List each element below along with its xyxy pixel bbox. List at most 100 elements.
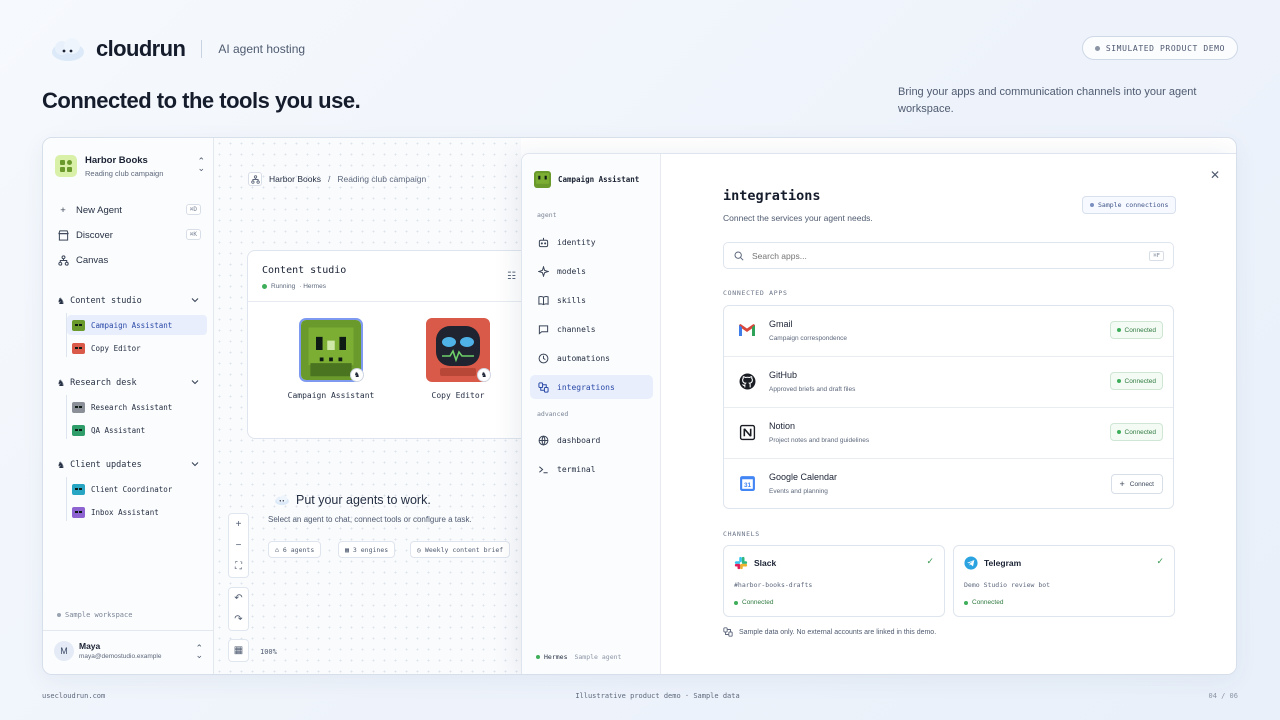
- canvas[interactable]: Harbor Books / Reading club campaign Con…: [214, 138, 537, 674]
- settings-nav-label: integrations: [557, 382, 615, 392]
- undo-button[interactable]: ↶: [229, 588, 248, 609]
- group-content-studio[interactable]: ♞ Content studio: [57, 293, 201, 309]
- status-badge[interactable]: Connected: [1109, 321, 1163, 339]
- search-input[interactable]: [752, 250, 1132, 261]
- terminal-icon: [537, 463, 549, 475]
- group-label: Content studio: [70, 296, 142, 306]
- nav-new-agent[interactable]: + New Agent ⌘D: [57, 200, 201, 220]
- robot-icon: [72, 506, 85, 518]
- chip-weekly-brief[interactable]: ◷ Weekly content brief: [410, 541, 511, 558]
- sidebar-agent-research-assistant[interactable]: Research Assistant: [67, 397, 207, 417]
- connected-apps-list: Gmail Campaign correspondence Connected …: [723, 305, 1174, 509]
- notion-icon: [737, 422, 757, 442]
- agent-name: Campaign Assistant: [287, 391, 375, 400]
- nav-label: New Agent: [76, 204, 122, 216]
- shortcut-hint: ⌘K: [185, 229, 201, 240]
- user-account[interactable]: M Maya maya@demostudio.example ⌃ ⌄: [43, 630, 214, 674]
- settings-nav-channels[interactable]: channels: [530, 317, 653, 341]
- nav-discover[interactable]: Discover ⌘K: [57, 225, 201, 245]
- sidebar-agent-client-coordinator[interactable]: Client Coordinator: [67, 479, 207, 499]
- app-window: Harbor Books Reading club campaign ⌃ ⌄ + …: [42, 137, 1237, 675]
- settings-nav-identity[interactable]: identity: [530, 230, 653, 254]
- agent-label: Research Assistant: [91, 402, 173, 412]
- minimap-toggle[interactable]: ▦: [228, 639, 249, 662]
- settings-nav-label: channels: [557, 324, 596, 334]
- empty-state-subtitle: Select an agent to chat, connect tools o…: [268, 515, 472, 524]
- app-search[interactable]: ⌘F: [723, 242, 1174, 269]
- chevron-down-icon: [191, 296, 199, 306]
- content-studio-card[interactable]: Content studio Running · Hermes ☷ ♞ Camp…: [247, 250, 537, 439]
- hierarchy-icon: [248, 172, 262, 186]
- hermes-icon: ♞: [57, 459, 66, 470]
- check-icon: ✓: [926, 556, 934, 566]
- chip-agents[interactable]: ⌂ 6 agents: [268, 541, 322, 558]
- sidebar-agent-copy-editor[interactable]: Copy Editor: [67, 338, 207, 358]
- status-badge[interactable]: Connected: [1109, 372, 1163, 390]
- channels-label: CHANNELS: [723, 530, 760, 538]
- settings-nav-skills[interactable]: skills: [530, 288, 653, 312]
- zoom-controls: + − ⛶: [228, 513, 249, 578]
- user-name: Maya: [79, 641, 101, 651]
- sidebar-agent-inbox-assistant[interactable]: Inbox Assistant: [67, 502, 207, 522]
- status-badge[interactable]: Connected: [1109, 423, 1163, 441]
- app-name: Gmail: [769, 319, 793, 329]
- demo-dot-icon: [1094, 45, 1100, 51]
- redo-button[interactable]: ↷: [229, 609, 248, 630]
- connected-apps-label: CONNECTED APPS: [723, 289, 788, 297]
- app-row-github: GitHub Approved briefs and draft files C…: [724, 357, 1173, 408]
- integrations-content: ✕ integrations Connect the services your…: [661, 154, 1236, 674]
- robot-icon: [72, 424, 85, 436]
- clock-icon: ◷: [417, 545, 421, 554]
- status-dot-icon: [1116, 379, 1121, 383]
- nav-canvas[interactable]: Canvas: [57, 250, 201, 270]
- settings-nav-integrations[interactable]: integrations: [530, 375, 653, 399]
- empty-state-title: Put your agents to work.: [274, 493, 431, 507]
- app-name: GitHub: [769, 370, 798, 380]
- sidebar-agent-campaign-assistant[interactable]: Campaign Assistant: [67, 315, 207, 335]
- app-desc: Campaign correspondence: [769, 335, 848, 342]
- chip-engines[interactable]: ▦ 3 engines: [338, 541, 396, 558]
- close-icon[interactable]: ✕: [1210, 168, 1220, 182]
- history-controls: ↶ ↷: [228, 587, 249, 631]
- empty-title-text: Put your agents to work.: [296, 493, 431, 507]
- grid-icon: ▦: [233, 645, 244, 656]
- settings-nav-automations[interactable]: automations: [530, 346, 653, 370]
- status-label: Running: [271, 283, 296, 290]
- sliders-icon[interactable]: ☷: [507, 271, 516, 282]
- avatar: M: [54, 641, 74, 661]
- nav-label: Canvas: [76, 254, 109, 266]
- channel-card-slack[interactable]: Slack ✓ #harbor-books-drafts Connected: [723, 545, 945, 617]
- workspace-switcher[interactable]: Harbor Books Reading club campaign ⌃ ⌄: [55, 152, 205, 180]
- settings-nav-terminal[interactable]: terminal: [530, 457, 653, 481]
- status-label: Connected: [972, 599, 1004, 606]
- connect-button[interactable]: + Connect: [1110, 474, 1163, 494]
- github-icon: [737, 371, 757, 391]
- status-label: Connected: [1124, 377, 1156, 385]
- chevron-down-icon: [191, 460, 199, 470]
- group-research-desk[interactable]: ♞ Research desk: [57, 375, 201, 391]
- channel-name: Telegram: [984, 558, 1022, 568]
- settings-nav-models[interactable]: models: [530, 259, 653, 283]
- sidebar-agent-qa-assistant[interactable]: QA Assistant: [67, 420, 207, 440]
- breadcrumb: Harbor Books / Reading club campaign: [248, 172, 426, 186]
- group-client-updates[interactable]: ♞ Client updates: [57, 457, 201, 473]
- hermes-icon: ♞: [477, 368, 491, 382]
- integrations-title: integrations: [723, 188, 821, 204]
- settings-nav-dashboard[interactable]: dashboard: [530, 428, 653, 452]
- zoom-out-button[interactable]: −: [229, 535, 248, 556]
- fit-view-button[interactable]: ⛶: [229, 556, 248, 577]
- agent-label: Copy Editor: [91, 343, 141, 353]
- engine-note: Sample agent: [574, 653, 622, 661]
- chevron-updown-icon: ⌃ ⌄: [195, 643, 203, 660]
- note-text: Sample data only. No external accounts a…: [739, 628, 937, 636]
- settings-nav-label: identity: [557, 237, 596, 247]
- workspace-logo-icon: [55, 155, 77, 177]
- channel-card-telegram[interactable]: Telegram ✓ Demo Studio review bot Connec…: [953, 545, 1175, 617]
- sample-workspace-note: Sample workspace: [57, 611, 132, 619]
- clock-icon: [537, 352, 549, 364]
- hermes-icon: ♞: [57, 295, 66, 306]
- status-label: Connected: [742, 599, 774, 606]
- studio-status: Running · Hermes: [262, 283, 326, 290]
- zoom-in-button[interactable]: +: [229, 514, 248, 535]
- breadcrumb-root[interactable]: Harbor Books: [269, 174, 321, 184]
